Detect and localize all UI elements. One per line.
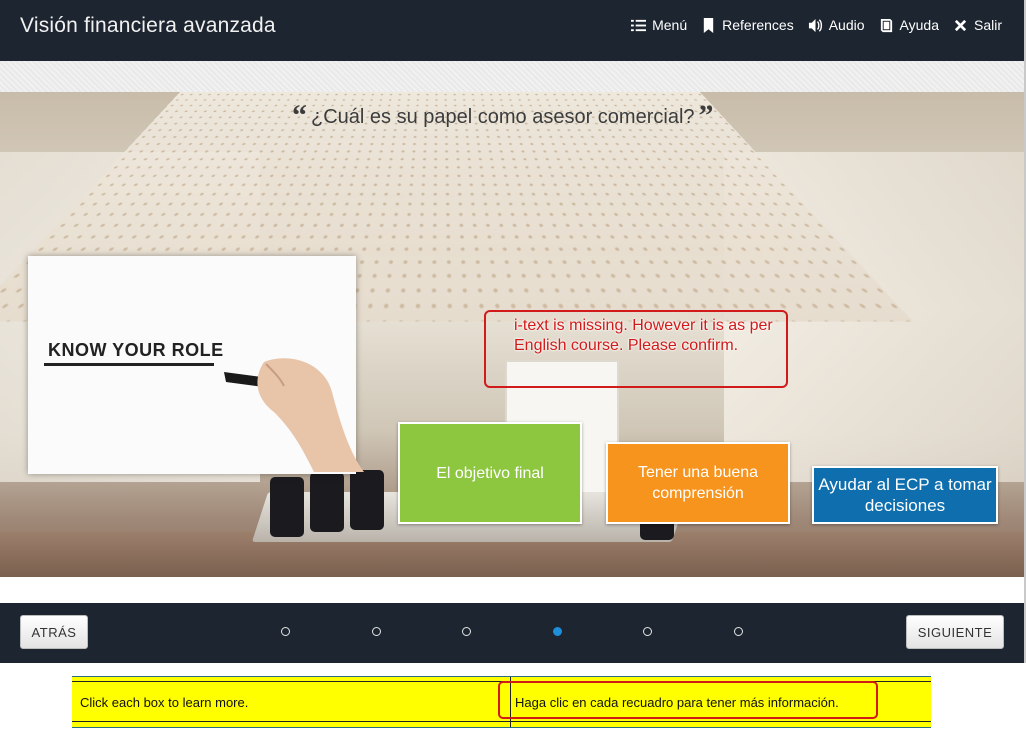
background-chair: [310, 472, 344, 532]
table-rule: [72, 721, 931, 722]
exit-label: Salir: [973, 17, 1002, 33]
pagination-dots: [281, 627, 743, 637]
pagination-dot[interactable]: [372, 627, 381, 636]
underline-stroke: [44, 363, 214, 366]
bottom-nav-bar: ATRÁS SIGUIENTE: [0, 603, 1024, 663]
menu-label: Menú: [652, 17, 688, 33]
subtitle-table: Click each box to learn more. Haga clic …: [72, 676, 931, 728]
references-button[interactable]: References: [701, 17, 794, 33]
app-title: Visión financiera avanzada: [20, 14, 276, 37]
background-chair: [350, 470, 384, 530]
review-annotation: i-text is missing. However it is as per …: [484, 310, 788, 388]
menu-button[interactable]: Menú: [631, 17, 687, 33]
top-bar: Visión financiera avanzada Menú Referenc…: [0, 0, 1024, 61]
back-button[interactable]: ATRÁS: [20, 615, 88, 649]
slide-scene: “ ¿Cuál es su papel como asesor comercia…: [0, 92, 1024, 577]
list-icon: [631, 19, 647, 31]
pagination-dot[interactable]: [281, 627, 290, 636]
box-ultimate-goal[interactable]: El objetivo final: [398, 422, 582, 524]
box-good-understanding[interactable]: Tener una buena comprensión: [606, 442, 790, 524]
top-nav: Menú References Audio Ayuda Salir: [631, 17, 1002, 33]
next-button[interactable]: SIGUIENTE: [906, 615, 1004, 649]
pagination-dot[interactable]: [553, 627, 562, 636]
box-help-ecp-decide[interactable]: Ayudar al ECP a tomar decisiones: [812, 466, 998, 524]
texture-band: [0, 61, 1024, 92]
close-icon: [954, 19, 967, 31]
audio-button[interactable]: Audio: [808, 17, 865, 33]
exit-button[interactable]: Salir: [953, 17, 1002, 33]
help-label: Ayuda: [899, 17, 939, 33]
open-quote-icon: “: [292, 99, 307, 132]
audio-label: Audio: [828, 17, 865, 33]
pagination-dot[interactable]: [734, 627, 743, 636]
pagination-dot[interactable]: [643, 627, 652, 636]
close-quote-icon: ”: [698, 99, 714, 132]
help-button[interactable]: Ayuda: [879, 17, 939, 33]
hand-marker-icon: [224, 358, 364, 472]
references-label: References: [722, 17, 794, 33]
subtitle-english: Click each box to learn more.: [80, 695, 249, 710]
know-your-role-text: KNOW YOUR ROLE: [48, 340, 224, 360]
subtitle-spanish: Haga clic en cada recuadro para tener má…: [515, 695, 839, 710]
book-icon: [880, 18, 892, 32]
background-chair: [270, 477, 304, 537]
know-your-role-image: KNOW YOUR ROLE: [28, 256, 364, 474]
pagination-dot[interactable]: [462, 627, 471, 636]
slide-question: “ ¿Cuál es su papel como asesor comercia…: [292, 99, 714, 132]
bookmark-icon: [703, 17, 714, 33]
question-text: ¿Cuál es su papel como asesor comercial?: [311, 106, 695, 128]
speaker-icon: [808, 18, 822, 32]
